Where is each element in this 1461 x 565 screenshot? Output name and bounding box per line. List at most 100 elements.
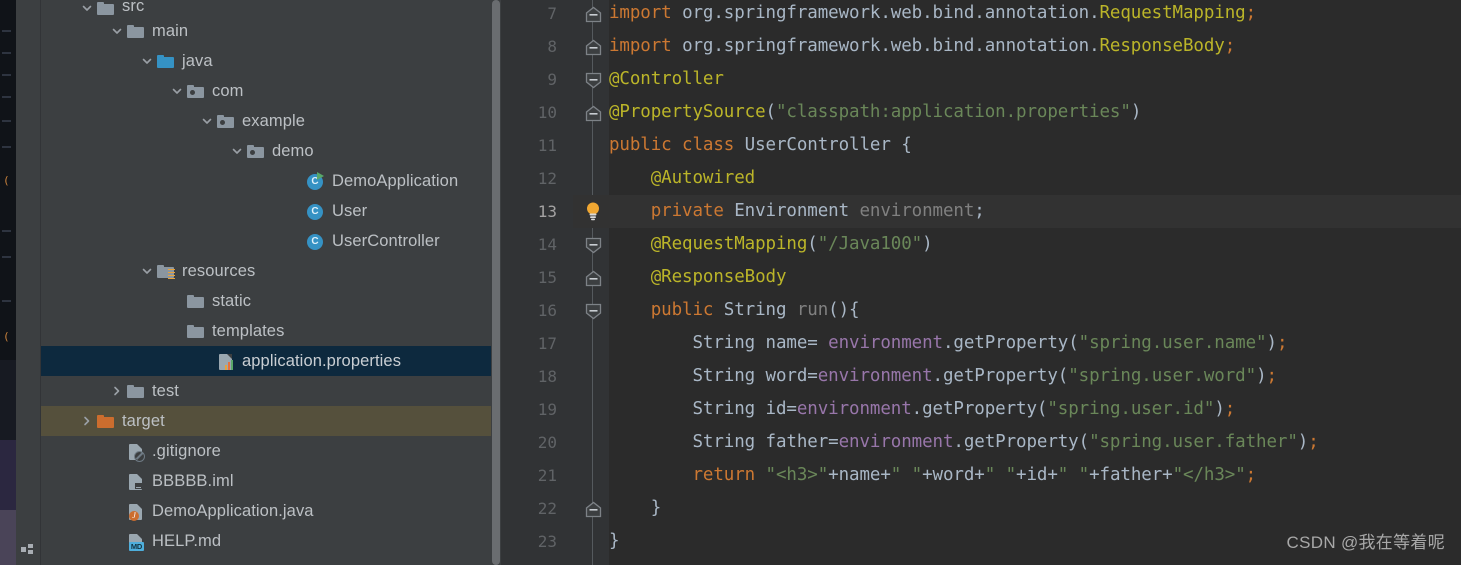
code-text: String id=environment.getProperty("sprin… xyxy=(609,399,1236,419)
chevron-down-icon[interactable] xyxy=(109,23,125,39)
tree-item-user[interactable]: C User xyxy=(41,196,501,226)
folder-source-blue-icon xyxy=(156,53,175,69)
code-text: String word=environment.getProperty("spr… xyxy=(609,366,1277,386)
code-text: } xyxy=(609,498,662,518)
tree-item-main[interactable]: main xyxy=(41,16,501,46)
fold-minus-icon[interactable] xyxy=(585,501,602,518)
tree-item-demo[interactable]: demo xyxy=(41,136,501,166)
code-line[interactable]: 18 String word=environment.getProperty("… xyxy=(501,360,1461,393)
code-text: @Controller xyxy=(609,69,724,89)
tree-item-src[interactable]: src xyxy=(41,0,501,16)
code-line[interactable]: 8 import org.springframework.web.bind.ann… xyxy=(501,30,1461,63)
java-class-icon: C xyxy=(306,203,325,220)
gitignore-file-icon xyxy=(126,443,145,462)
code-text: import org.springframework.web.bind.anno… xyxy=(609,36,1236,56)
tree-item--gitignore[interactable]: .gitignore xyxy=(41,436,501,466)
code-line[interactable]: 15 @ResponseBody xyxy=(501,261,1461,294)
background-window-sliver: ( ( xyxy=(0,0,16,565)
code-line[interactable]: 7 import org.springframework.web.bind.ann… xyxy=(501,0,1461,30)
project-scrollbar[interactable] xyxy=(491,0,501,565)
fold-minus-icon[interactable] xyxy=(585,72,602,89)
chevron-down-icon[interactable] xyxy=(169,83,185,99)
twisty-placeholder xyxy=(109,533,125,549)
code-line[interactable]: 17 String name= environment.getProperty(… xyxy=(501,327,1461,360)
tree-item-label: resources xyxy=(182,261,256,280)
fold-minus-icon[interactable] xyxy=(585,237,602,254)
chevron-right-icon[interactable] xyxy=(109,383,125,399)
code-text: public String run(){ xyxy=(609,300,860,320)
tree-item-test[interactable]: test xyxy=(41,376,501,406)
tree-item-usercontroller[interactable]: C UserController xyxy=(41,226,501,256)
tree-item-label: User xyxy=(332,201,368,220)
lightbulb-icon[interactable] xyxy=(582,200,604,222)
line-number: 12 xyxy=(537,169,557,188)
code-line[interactable]: 22 } xyxy=(501,492,1461,525)
chevron-down-icon[interactable] xyxy=(139,263,155,279)
tree-item-com[interactable]: com xyxy=(41,76,501,106)
tree-item-target[interactable]: target xyxy=(41,406,501,436)
code-line[interactable]: 9 @Controller xyxy=(501,63,1461,96)
line-number: 14 xyxy=(537,235,557,254)
line-number: 18 xyxy=(537,367,557,386)
tree-item-templates[interactable]: templates xyxy=(41,316,501,346)
tree-item-example[interactable]: example xyxy=(41,106,501,136)
code-line[interactable]: 19 String id=environment.getProperty("sp… xyxy=(501,393,1461,426)
line-number: 8 xyxy=(547,37,557,56)
folder-grey-icon xyxy=(186,293,205,309)
tree-item-demoapplication[interactable]: C DemoApplication xyxy=(41,166,501,196)
code-line[interactable]: 21 return "<h3>"+name+" "+word+" "+id+" … xyxy=(501,459,1461,492)
twisty-placeholder xyxy=(169,293,185,309)
fold-minus-icon[interactable] xyxy=(585,270,602,287)
tree-item-label: HELP.md xyxy=(152,531,222,550)
code-line[interactable]: 14 @RequestMapping("/Java100") xyxy=(501,228,1461,261)
fold-minus-icon[interactable] xyxy=(585,39,602,56)
chevron-down-icon[interactable] xyxy=(139,53,155,69)
tree-item-label: example xyxy=(242,111,306,130)
tree-item-application-properties[interactable]: application.properties xyxy=(41,346,501,376)
tree-item-label: target xyxy=(122,411,165,430)
chevron-down-icon[interactable] xyxy=(79,0,95,16)
tree-item-bbbbb-iml[interactable]: BBBBB.iml xyxy=(41,466,501,496)
structure-icon[interactable] xyxy=(21,541,34,554)
folder-grey-icon xyxy=(126,383,145,399)
code-text: String name= environment.getProperty("sp… xyxy=(609,333,1288,353)
code-line[interactable]: 12 @Autowired xyxy=(501,162,1461,195)
fold-minus-icon[interactable] xyxy=(585,6,602,23)
tree-item-demoapplication-java[interactable]: J DemoApplication.java xyxy=(41,496,501,526)
code-line[interactable]: 10 @PropertySource("classpath:application… xyxy=(501,96,1461,129)
tree-item-resources[interactable]: resources xyxy=(41,256,501,286)
tree-item-label: templates xyxy=(212,321,285,340)
tree-item-label: com xyxy=(212,81,244,100)
tree-item-help-md[interactable]: MD HELP.md xyxy=(41,526,501,556)
tree-item-java[interactable]: java xyxy=(41,46,501,76)
chevron-down-icon[interactable] xyxy=(229,143,245,159)
twisty-placeholder xyxy=(289,203,305,219)
package-icon xyxy=(186,83,205,99)
code-editor[interactable]: 7 import org.springframework.web.bind.ann… xyxy=(501,0,1461,565)
folder-grey-icon xyxy=(186,323,205,339)
tree-item-label: src xyxy=(122,0,145,15)
tree-item-static[interactable]: static xyxy=(41,286,501,316)
twisty-placeholder xyxy=(289,233,305,249)
code-line[interactable]: 20 String father=environment.getProperty… xyxy=(501,426,1461,459)
line-number: 10 xyxy=(537,103,557,122)
tree-item-label: BBBBB.iml xyxy=(152,471,234,490)
code-text: @ResponseBody xyxy=(609,267,787,287)
fold-minus-icon[interactable] xyxy=(585,105,602,122)
line-number: 11 xyxy=(537,136,557,155)
code-line[interactable]: 11 public class UserController { xyxy=(501,129,1461,162)
code-text: import org.springframework.web.bind.anno… xyxy=(609,3,1257,23)
chevron-down-icon[interactable] xyxy=(199,113,215,129)
tree-item-label: java xyxy=(182,51,213,70)
code-line[interactable]: 16 public String run(){ xyxy=(501,294,1461,327)
line-number: 19 xyxy=(537,400,557,419)
tree-item-label: main xyxy=(152,21,189,40)
line-number: 9 xyxy=(547,70,557,89)
chevron-right-icon[interactable] xyxy=(79,413,95,429)
code-text: private Environment environment; xyxy=(609,201,985,221)
project-tool-window[interactable]: src main java com example demo C DemoApplicatio… xyxy=(41,0,501,565)
line-number: 23 xyxy=(537,532,557,551)
tree-item-label: DemoApplication.java xyxy=(152,501,314,520)
code-line[interactable]: 13 private Environment environment; xyxy=(501,195,1461,228)
fold-minus-icon[interactable] xyxy=(585,303,602,320)
